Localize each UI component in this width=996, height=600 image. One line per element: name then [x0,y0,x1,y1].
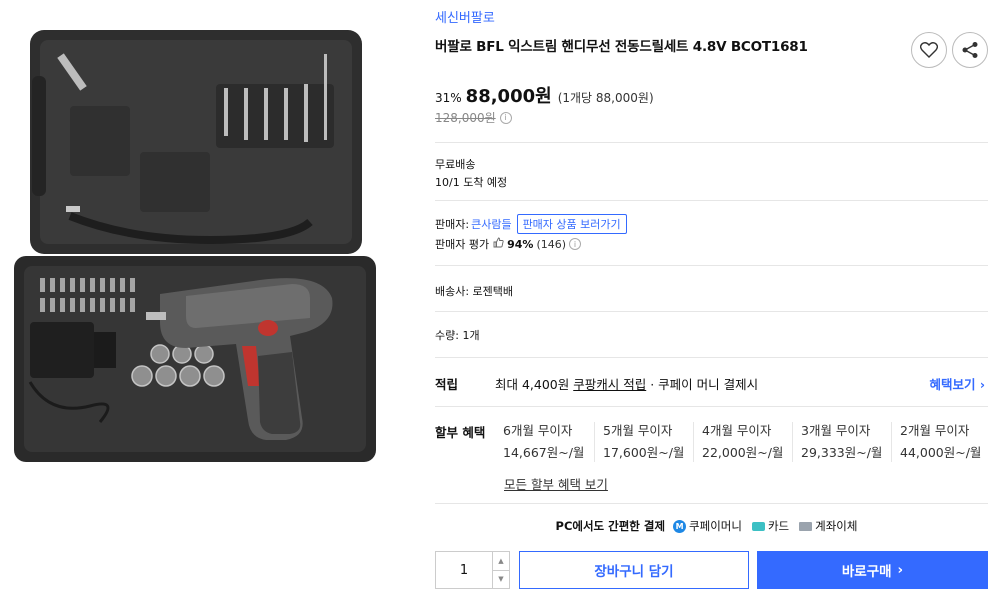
discount-rate: 31% [435,91,462,105]
coupay-label: 쿠페이머니 [689,519,742,533]
coupang-cash-link[interactable]: 쿠팡캐시 적립 [573,377,646,392]
installment-options: 6개월 무이자 14,667원~/월 5개월 무이자 17,600원~/월 4개… [495,422,990,462]
installment-option: 4개월 무이자 22,000원~/월 [693,422,792,462]
divider [435,503,988,504]
add-to-cart-label: 장바구니 담기 [594,564,674,580]
seller-rating-percent: 94% [507,237,534,251]
installment-option: 3개월 무이자 29,333원~/월 [792,422,891,462]
installment-label: 할부 혜택 [435,425,486,440]
all-installment-link[interactable]: 모든 할부 혜택 보기 [504,474,608,493]
product-title: 버팔로 BFL 익스트림 핸디무선 전동드릴세트 4.8V BCOT1681 [435,39,808,55]
installment-option: 2개월 무이자 44,000원~/월 [891,422,990,462]
brand-link[interactable]: 세신버팔로 [435,7,495,26]
quantity-decrease-button[interactable]: ▼ [493,571,509,589]
original-price-row: 128,000원 i [435,109,512,126]
quantity-stepper: ▲ ▼ [435,551,510,589]
buy-now-button[interactable]: 바로구매 › [757,551,988,589]
divider [435,311,988,312]
payment-card: 카드 [751,518,790,534]
installment-name: 4개월 무이자 [702,423,772,438]
info-icon[interactable]: i [569,238,582,250]
share-icon [962,42,978,58]
benefit-link[interactable]: 혜택보기 › [929,374,985,393]
bank-label: 계좌이체 [815,519,858,533]
product-image [10,26,380,466]
price-row: 31% 88,000원 (1개당 88,000원) [435,82,654,108]
installment-name: 2개월 무이자 [900,423,970,438]
payment-coupay: M 쿠페이머니 [673,518,742,534]
seller-row: 판매자: 큰사람들 판매자 상품 보러가기 [435,214,627,234]
installment-price: 22,000원~/월 [702,445,784,460]
payment-bank: 계좌이체 [799,518,857,534]
reward-description: 최대 4,400원 쿠팡캐시 적립 · 쿠페이 머니 결제시 [495,374,758,393]
sale-price: 88,000원 [465,86,552,107]
chevron-right-icon: › [897,562,904,578]
payment-title: PC에서도 간편한 결제 [555,519,666,533]
coupay-icon: M [673,519,687,533]
original-price: 128,000원 [435,111,496,125]
divider [435,406,988,407]
reward-prefix: 최대 4,400원 [495,377,574,392]
divider [435,265,988,266]
divider [435,142,988,143]
shipping-arrival: 10/1 도착 예정 [435,176,508,189]
installment-name: 5개월 무이자 [603,423,673,438]
share-button[interactable] [952,32,988,68]
unit-price: (1개당 88,000원) [557,91,654,105]
thumbs-up-icon [493,237,504,251]
installment-option: 5개월 무이자 17,600원~/월 [594,422,693,462]
seller-label: 판매자: [435,218,470,231]
divider [435,357,988,358]
shipping-label: 무료배송 [435,158,476,171]
installment-price: 29,333원~/월 [801,445,883,460]
seller-rating-row: 판매자 평가 94% (146) i [435,236,582,252]
installment-option: 6개월 무이자 14,667원~/월 [495,422,594,462]
seller-name-link[interactable]: 큰사람들 [471,216,511,232]
heart-icon [920,42,938,58]
installment-name: 6개월 무이자 [503,423,573,438]
installment-price: 14,667원~/월 [503,445,585,460]
buy-now-label: 바로구매 [841,564,892,580]
reward-label: 적립 [435,377,459,392]
installment-name: 3개월 무이자 [801,423,871,438]
seller-rating-label: 판매자 평가 [435,238,490,251]
info-icon[interactable]: i [499,111,512,124]
add-to-cart-button[interactable]: 장바구니 담기 [519,551,749,589]
quantity-info: 수량: 1개 [435,329,480,342]
drill-kit-image [14,30,376,462]
bank-transfer-icon [799,521,813,531]
installment-price: 44,000원~/월 [900,445,982,460]
installment-price: 17,600원~/월 [603,445,685,460]
quantity-increase-button[interactable]: ▲ [493,552,509,571]
card-icon [751,521,765,531]
quantity-input[interactable] [436,552,492,588]
carrier-info: 배송사: 로젠택배 [435,285,514,298]
seller-products-button[interactable]: 판매자 상품 보러가기 [516,214,627,234]
quantity-stepper-buttons: ▲ ▼ [492,552,509,588]
payment-methods: PC에서도 간편한 결제 M 쿠페이머니 카드 계좌이체 [435,518,988,534]
favorite-button[interactable] [911,32,947,68]
divider [435,200,988,201]
card-label: 카드 [767,519,790,533]
reward-suffix: · 쿠페이 머니 결제시 [646,377,759,392]
seller-rating-count: (146) [536,237,567,251]
